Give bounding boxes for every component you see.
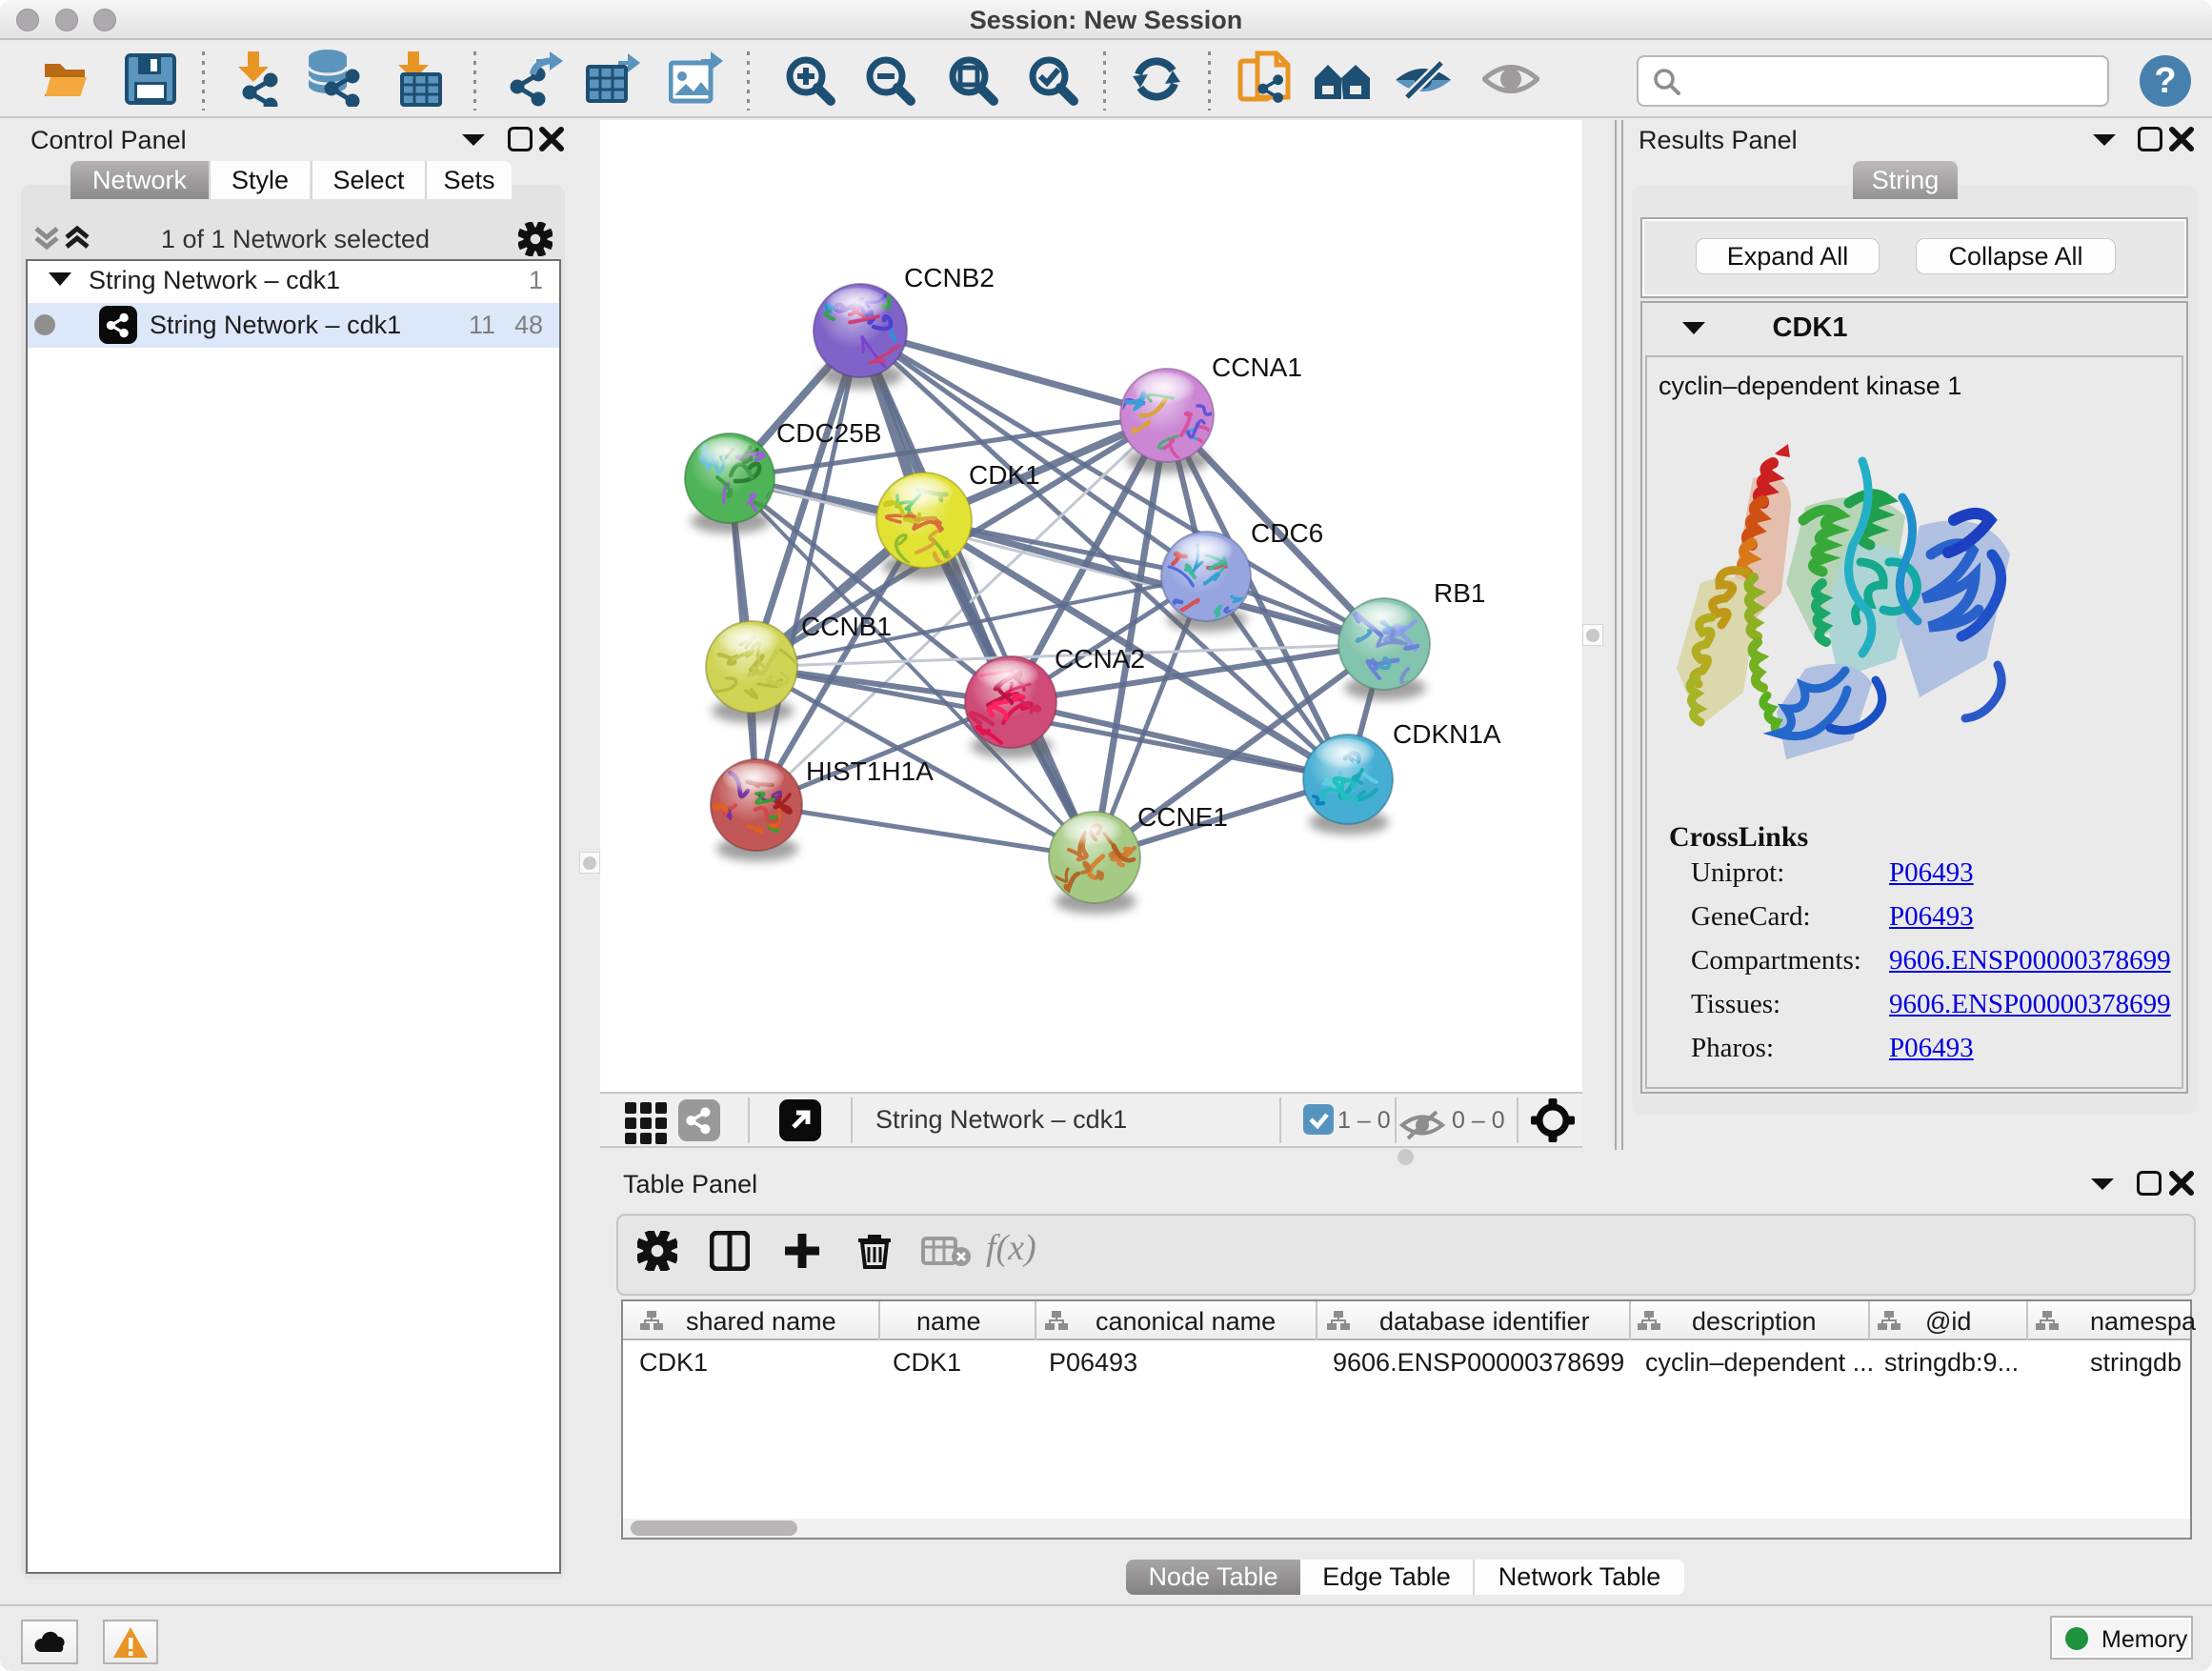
svg-text:CCNA1: CCNA1 [1212, 352, 1302, 382]
svg-text:RB1: RB1 [1434, 578, 1485, 608]
svg-text:HIST1H1A: HIST1H1A [806, 756, 934, 786]
svg-text:CCNB1: CCNB1 [801, 612, 892, 641]
svg-text:CCNA2: CCNA2 [1055, 644, 1145, 674]
svg-text:CDKN1A: CDKN1A [1393, 719, 1501, 749]
svg-text:CCNE1: CCNE1 [1137, 802, 1228, 832]
svg-text:CDC25B: CDC25B [776, 418, 881, 448]
svg-text:CDC6: CDC6 [1251, 518, 1323, 548]
svg-text:CCNB2: CCNB2 [904, 263, 995, 292]
svg-text:CDK1: CDK1 [969, 460, 1040, 490]
